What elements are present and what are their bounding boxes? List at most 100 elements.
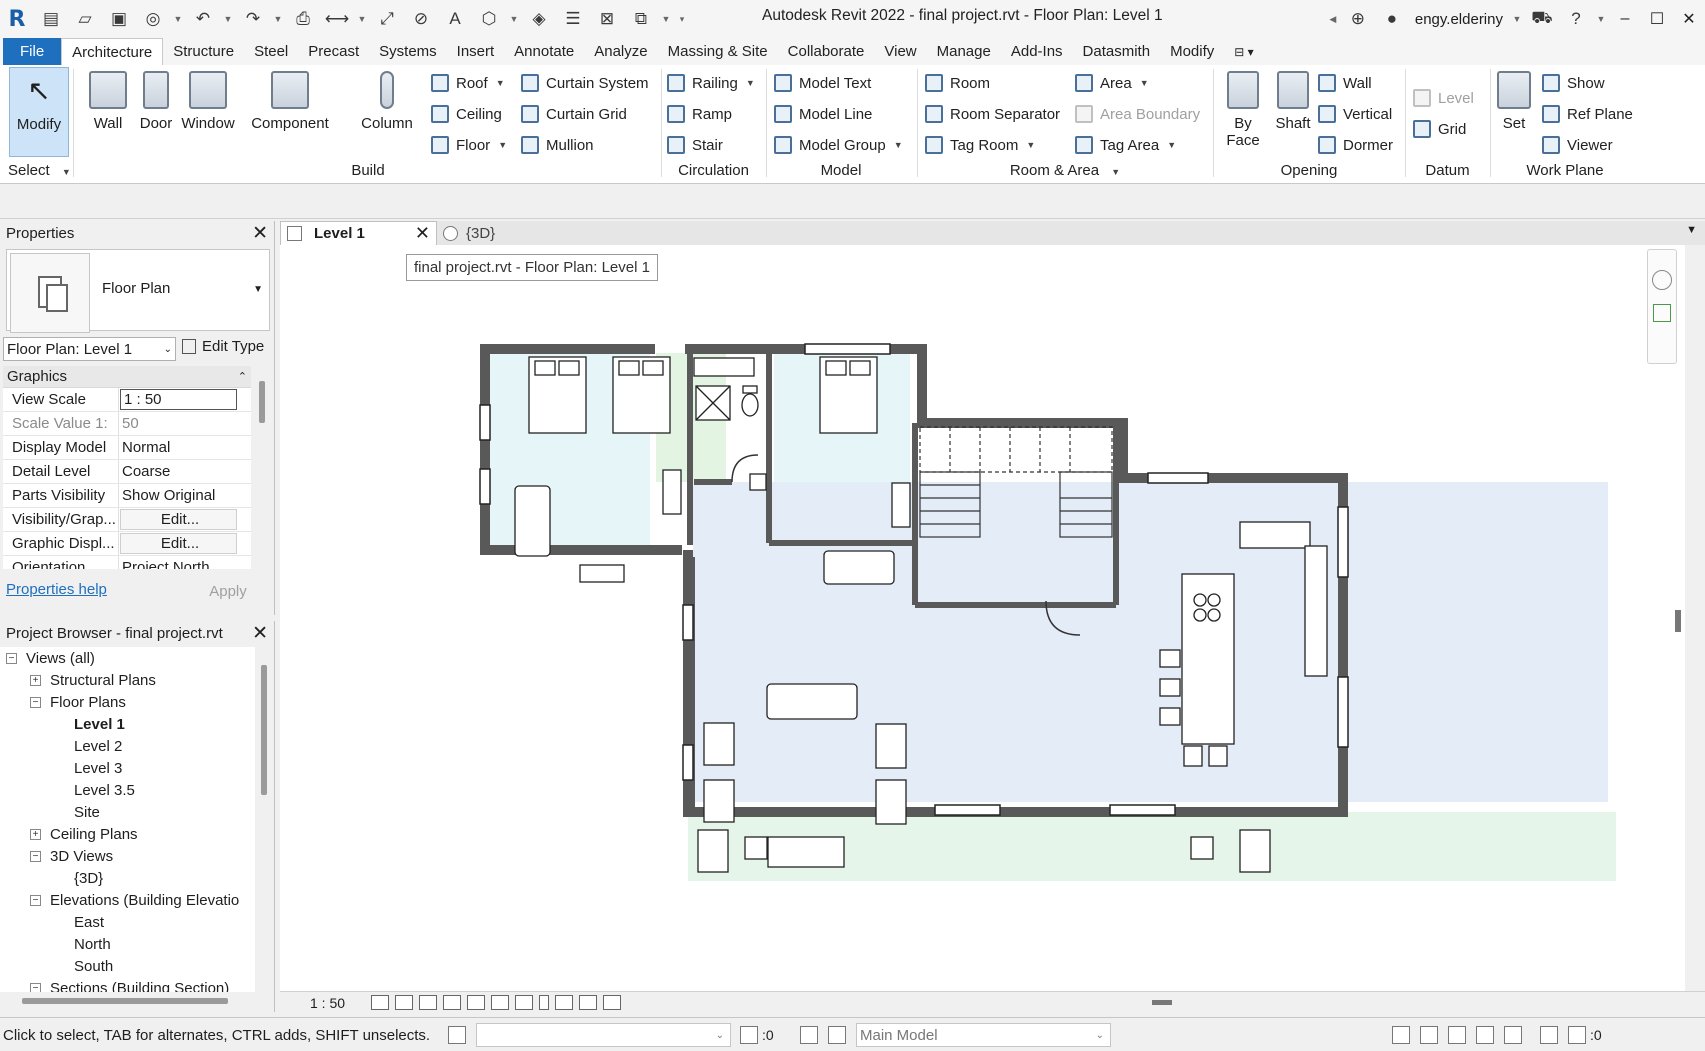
- dormer-button[interactable]: Dormer: [1318, 133, 1393, 157]
- instance-dropdown[interactable]: Floor Plan: Level 1 ⌄: [3, 337, 176, 361]
- minimize-button[interactable]: –: [1609, 10, 1641, 28]
- analytical-model-icon[interactable]: [579, 995, 598, 1010]
- viewer-button[interactable]: Viewer: [1542, 133, 1613, 157]
- browser-item[interactable]: − Views (all): [0, 647, 255, 669]
- scrollbar[interactable]: [1152, 1000, 1172, 1005]
- tab-manage[interactable]: Manage: [927, 38, 1001, 65]
- shadows-icon[interactable]: [443, 995, 462, 1010]
- edit-type-button[interactable]: Edit Type: [182, 338, 264, 355]
- close-icon[interactable]: ✕: [252, 222, 268, 245]
- browser-item[interactable]: North: [0, 933, 255, 955]
- exclude-options-icon[interactable]: [828, 1026, 846, 1044]
- home-icon[interactable]: ▤: [39, 7, 63, 31]
- drawing-canvas[interactable]: final project.rvt - Floor Plan: Level 1: [280, 245, 1685, 991]
- room-area-dropdown[interactable]: Room & Area ▼: [917, 162, 1213, 179]
- background-processes-icon[interactable]: [1540, 1026, 1558, 1044]
- scrollbar[interactable]: [1675, 610, 1681, 632]
- wall-opening-button[interactable]: Wall: [1318, 71, 1372, 95]
- maximize-button[interactable]: ☐: [1641, 9, 1673, 29]
- property-value[interactable]: Coarse: [119, 460, 251, 483]
- grid-button[interactable]: Grid: [1413, 117, 1466, 141]
- tab-insert[interactable]: Insert: [447, 38, 505, 65]
- roof-button[interactable]: Roof ▼: [431, 71, 505, 95]
- contextual-tab-dropdown[interactable]: ⊟ ▾: [1224, 38, 1263, 65]
- chevron-down-icon[interactable]: ▼: [1686, 224, 1697, 236]
- unlocked-3d-icon[interactable]: [515, 995, 534, 1010]
- temporary-hide-icon[interactable]: [539, 995, 550, 1010]
- browser-item[interactable]: − Floor Plans: [0, 691, 255, 713]
- tab-level-1[interactable]: Level 1 ✕: [280, 221, 437, 245]
- property-value[interactable]: Project North: [119, 556, 251, 569]
- section-icon[interactable]: ◈: [527, 7, 551, 31]
- drag-elements-icon[interactable]: [1504, 1026, 1522, 1044]
- mullion-button[interactable]: Mullion: [521, 133, 594, 157]
- browser-item[interactable]: Level 3.5: [0, 779, 255, 801]
- tab-massing-site[interactable]: Massing & Site: [658, 38, 778, 65]
- curtain-grid-button[interactable]: Curtain Grid: [521, 102, 627, 126]
- save-icon[interactable]: ▣: [107, 7, 131, 31]
- browser-item[interactable]: South: [0, 955, 255, 977]
- select-links-icon[interactable]: [1392, 1026, 1410, 1044]
- redo-icon[interactable]: ↷: [241, 7, 265, 31]
- tag-room-button[interactable]: Tag Room ▼: [925, 133, 1035, 157]
- browser-item[interactable]: Level 2: [0, 735, 255, 757]
- area-boundary-button[interactable]: Area Boundary: [1075, 102, 1200, 126]
- close-icon[interactable]: ✕: [415, 223, 430, 244]
- detail-level-icon[interactable]: [371, 995, 390, 1010]
- model-line-button[interactable]: Model Line: [774, 102, 872, 126]
- browser-item[interactable]: {3D}: [0, 867, 255, 889]
- room-separator-button[interactable]: Room Separator: [925, 102, 1060, 126]
- binoculars-icon[interactable]: ⊕: [1346, 7, 1370, 31]
- select-by-face-icon[interactable]: [1476, 1026, 1494, 1044]
- level-button[interactable]: Level: [1413, 86, 1474, 110]
- component-button[interactable]: Component: [250, 67, 330, 157]
- tab-precast[interactable]: Precast: [298, 38, 369, 65]
- aligned-dimension-icon[interactable]: ⤢: [375, 7, 399, 31]
- tab-systems[interactable]: Systems: [369, 38, 447, 65]
- door-button[interactable]: Door: [126, 67, 186, 157]
- shaft-button[interactable]: Shaft: [1271, 67, 1315, 157]
- area-button[interactable]: Area ▼: [1075, 71, 1149, 95]
- close-button[interactable]: ✕: [1673, 9, 1705, 29]
- tab-3d[interactable]: {3D}: [443, 221, 495, 245]
- tab-view[interactable]: View: [874, 38, 926, 65]
- set-button[interactable]: Set: [1492, 67, 1536, 157]
- switch-windows-icon[interactable]: ⧉: [629, 7, 653, 31]
- crop-view-icon[interactable]: [467, 995, 486, 1010]
- select-underlay-icon[interactable]: [1420, 1026, 1438, 1044]
- highlight-displacement-icon[interactable]: [603, 995, 622, 1010]
- filter-icon[interactable]: [1568, 1026, 1586, 1044]
- tag-icon[interactable]: ⊘: [409, 7, 433, 31]
- collapse-icon[interactable]: −: [6, 652, 17, 664]
- worksets-icon[interactable]: [448, 1026, 466, 1044]
- tab-modify[interactable]: Modify: [1160, 38, 1224, 65]
- stair-button[interactable]: Stair: [667, 133, 723, 157]
- browser-item[interactable]: Level 3: [0, 757, 255, 779]
- window-button[interactable]: Window: [178, 67, 238, 157]
- type-selector[interactable]: Floor Plan ▼: [6, 249, 270, 333]
- edit-button[interactable]: Edit...: [120, 509, 237, 530]
- model-text-button[interactable]: Model Text: [774, 71, 871, 95]
- collapse-icon[interactable]: −: [30, 696, 41, 708]
- help-icon[interactable]: ?: [1564, 7, 1588, 31]
- browser-item[interactable]: + Structural Plans: [0, 669, 255, 691]
- tab-structure[interactable]: Structure: [163, 38, 244, 65]
- design-options-icon[interactable]: [800, 1026, 818, 1044]
- select-dropdown[interactable]: Select ▼: [0, 162, 73, 179]
- graphics-group-header[interactable]: Graphics ⌃: [3, 366, 251, 388]
- scrollbar[interactable]: [259, 381, 265, 423]
- zoom-icon[interactable]: [1653, 304, 1671, 322]
- tab-analyze[interactable]: Analyze: [584, 38, 657, 65]
- chevron-down-icon[interactable]: ▼: [356, 7, 368, 31]
- tab-collaborate[interactable]: Collaborate: [778, 38, 875, 65]
- expand-icon[interactable]: +: [30, 828, 41, 840]
- measure-icon[interactable]: ⟷: [325, 7, 349, 31]
- view-scale[interactable]: 1 : 50: [310, 995, 345, 1011]
- revit-app-icon[interactable]: R: [5, 7, 29, 32]
- chevron-down-icon[interactable]: ▼: [272, 7, 284, 31]
- open-icon[interactable]: ▱: [73, 7, 97, 31]
- apply-button[interactable]: Apply: [188, 580, 268, 604]
- customize-qat-icon[interactable]: ▾: [676, 7, 688, 31]
- sun-path-icon[interactable]: [419, 995, 438, 1010]
- browser-item[interactable]: − Sections (Building Section): [0, 977, 255, 992]
